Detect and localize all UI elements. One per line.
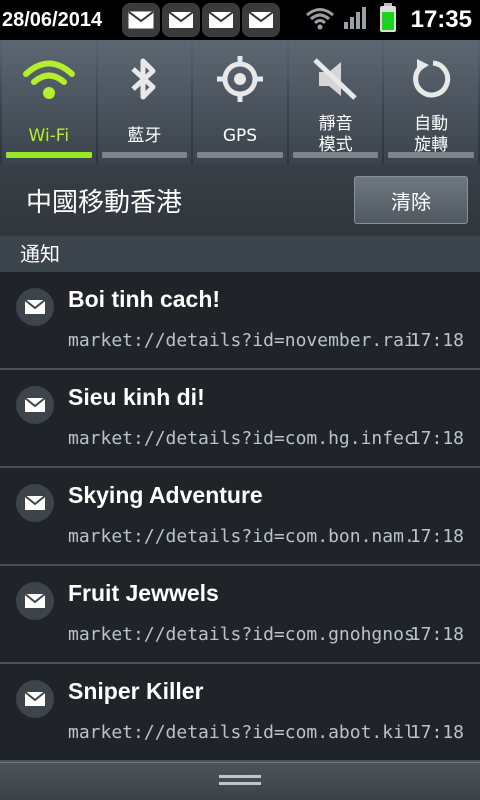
battery-icon: [379, 3, 397, 37]
notification-time: 17:18: [409, 330, 464, 351]
toggle-bluetooth[interactable]: 藍牙: [97, 40, 192, 164]
envelope-icon: [16, 680, 54, 718]
notifications-section-header: 通知: [0, 236, 480, 272]
notification-url: market://details?id=com.bon.nam.sa: [68, 526, 414, 547]
notification-title: Boi tinh cach!: [68, 286, 221, 312]
notification-title: Fruit Jewwels: [68, 580, 219, 606]
clear-notifications-button[interactable]: 清除: [354, 176, 468, 224]
toggle-silent-mode-label-line: 靜音: [318, 114, 353, 134]
notification-url: market://details?id=com.abot.killer: [68, 722, 414, 743]
notification-time: 17:18: [409, 526, 464, 547]
rotate-icon: [407, 44, 455, 114]
notification-title: Sniper Killer: [68, 678, 204, 704]
toggle-auto-rotate-label-line: 自動: [414, 114, 449, 134]
notification-url: market://details?id=november.rain.l: [68, 330, 414, 351]
envelope-icon: [162, 3, 200, 37]
notification-item[interactable]: Sieu kinh di! market://details?id=com.hg…: [0, 370, 480, 468]
envelope-icon: [16, 288, 54, 326]
notification-list: Boi tinh cach! market://details?id=novem…: [0, 272, 480, 762]
toggle-silent-mode[interactable]: 靜音 模式: [288, 40, 383, 164]
toggle-gps[interactable]: GPS: [193, 40, 287, 164]
toggle-bluetooth-indicator: [101, 152, 188, 158]
envelope-icon: [16, 484, 54, 522]
wifi-icon: [22, 44, 76, 114]
cellular-signal-icon: [343, 6, 369, 34]
envelope-icon: [242, 3, 280, 37]
envelope-icon: [16, 582, 54, 620]
panel-drag-handle[interactable]: [0, 762, 480, 800]
quick-settings-panel: Wi-Fi 藍牙 GPS 靜音 模式 自動 旋轉: [0, 40, 480, 164]
carrier-row: 中國移動香港 清除: [0, 164, 480, 236]
carrier-name: 中國移動香港: [26, 187, 183, 218]
notification-time: 17:18: [409, 428, 464, 449]
envelope-icon: [202, 3, 240, 37]
gps-icon: [215, 44, 265, 114]
notification-url: market://details?id=com.gnohgnos.r: [68, 624, 414, 645]
toggle-auto-rotate[interactable]: 自動 旋轉: [384, 40, 478, 164]
notification-url: market://details?id=com.hg.infecctt: [68, 428, 414, 449]
notification-item[interactable]: Skying Adventure market://details?id=com…: [0, 468, 480, 566]
toggle-auto-rotate-indicator: [388, 152, 474, 158]
notification-item[interactable]: Fruit Jewwels market://details?id=com.gn…: [0, 566, 480, 664]
status-clock: 17:35: [410, 6, 472, 33]
envelope-icon: [122, 3, 160, 37]
wifi-signal-icon: [305, 6, 335, 34]
status-bar: 28/06/2014 17:35: [0, 0, 480, 40]
mute-icon: [311, 44, 361, 114]
status-indicators: 17:35: [305, 0, 480, 40]
notification-title: Sieu kinh di!: [68, 384, 205, 410]
toggle-wifi[interactable]: Wi-Fi: [2, 40, 96, 164]
bluetooth-icon: [127, 44, 161, 114]
notification-time: 17:18: [409, 624, 464, 645]
notification-item[interactable]: Boi tinh cach! market://details?id=novem…: [0, 272, 480, 370]
envelope-icon: [16, 386, 54, 424]
status-date: 28/06/2014: [2, 8, 103, 31]
toggle-gps-indicator: [197, 152, 283, 158]
toggle-silent-mode-indicator: [292, 152, 379, 158]
notification-item[interactable]: Sniper Killer market://details?id=com.ab…: [0, 664, 480, 762]
notification-time: 17:18: [409, 722, 464, 743]
drag-handle-icon: [219, 772, 261, 791]
toggle-wifi-indicator: [6, 152, 92, 158]
notification-title: Skying Adventure: [68, 482, 263, 508]
